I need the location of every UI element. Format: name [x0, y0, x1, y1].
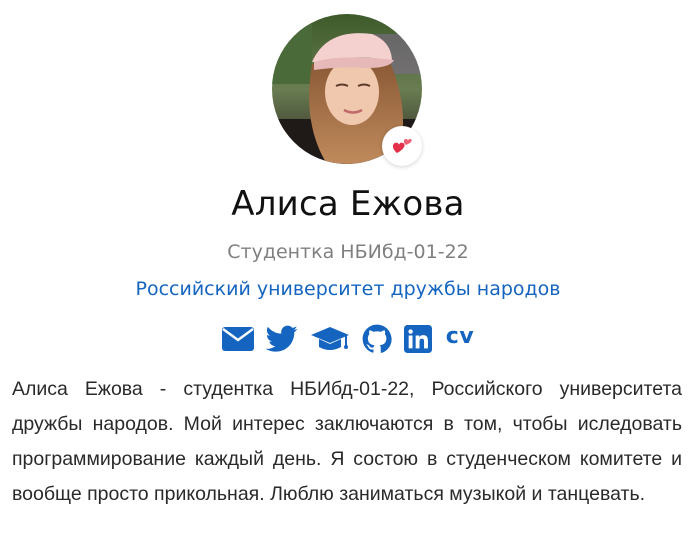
email-link[interactable] [221, 322, 254, 356]
profile-name: Алиса Ежова [231, 184, 465, 224]
university-link[interactable]: Российский университет дружбы народов [0, 278, 696, 300]
twitter-icon [265, 325, 298, 352]
graduation-cap-icon [310, 327, 349, 350]
linkedin-link[interactable] [403, 322, 432, 356]
linkedin-icon [403, 325, 432, 353]
cv-icon: cv [445, 323, 475, 349]
avatar-container [272, 14, 424, 166]
github-link[interactable] [362, 322, 392, 356]
scholar-link[interactable] [310, 322, 350, 356]
profile-position: Студентка НБИбд-01-22 [227, 241, 469, 263]
bio-text: Алиса Ежова - студентка НБИбд-01-22, Рос… [12, 378, 682, 505]
two-hearts-icon [392, 138, 412, 153]
twitter-link[interactable] [265, 322, 298, 356]
emoji-badge [382, 126, 422, 166]
profile-page: Алиса Ежова Студентка НБИбд-01-22 Россий… [0, 0, 696, 550]
envelope-icon [221, 327, 254, 351]
github-icon [362, 324, 392, 353]
cv-link[interactable]: cv [444, 322, 474, 356]
social-links: cv [0, 322, 696, 356]
